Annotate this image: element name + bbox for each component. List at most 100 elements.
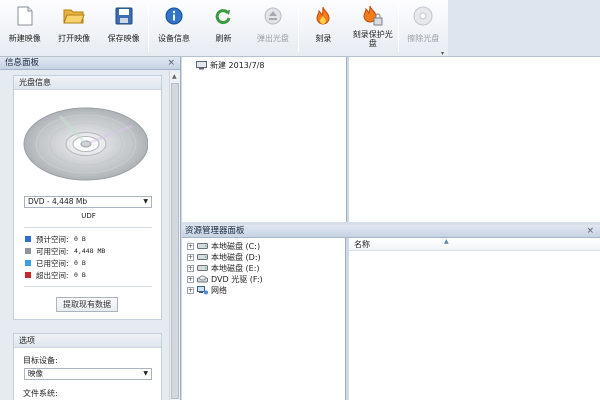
column-header-name[interactable]: 名称 ▲ (349, 238, 600, 251)
filesystem-value: UDF (81, 212, 96, 220)
info-panel-title: 信息面板 (5, 58, 40, 68)
target-device-label: 目标设备: (23, 356, 58, 365)
divider (24, 286, 152, 287)
device-info-button[interactable]: 设备信息 (149, 0, 198, 57)
resource-panel-title: 资源管理器面板 (185, 226, 245, 236)
close-icon[interactable]: × (586, 225, 594, 238)
disc-type-select[interactable]: DVD - 4,448 Mb ▼ (24, 196, 152, 208)
erase-disc-button[interactable]: 擦除光盘 (399, 0, 448, 57)
legend-label: 可用空间: (36, 246, 69, 256)
new-image-label: 新建映像 (8, 34, 41, 43)
project-tree-pane: 新建 2013/7/8 (182, 57, 347, 222)
resource-file-list: 名称 ▲ (349, 238, 600, 400)
tree-item-label: 本地磁盘 (D:) (211, 253, 261, 262)
erase-disc-icon (412, 5, 434, 27)
hard-drive-icon (197, 242, 208, 251)
open-image-button[interactable]: 打开映像 (49, 0, 98, 57)
options-group: 选项 目标设备: 映像 ▼ 文件系统: (13, 333, 162, 400)
expand-icon[interactable]: + (187, 276, 194, 283)
filesystem-label: 文件系统: (23, 389, 58, 398)
close-icon[interactable]: × (167, 57, 175, 70)
legend-available: 可用空间: 4,448 MB (25, 246, 105, 256)
resource-tree: + 本地磁盘 (C:) + 本地磁盘 (D:) + 本地磁盘 (E:) + DV… (182, 238, 346, 400)
disc-info-group: 光盘信息 DVD - 4,448 Mb ▼ UDF 预计空间: 0 B 可用空间… (13, 75, 162, 320)
network-icon (197, 286, 208, 295)
legend-value: 0 B (74, 271, 86, 279)
target-device-select[interactable]: 映像 ▼ (24, 368, 152, 380)
open-image-label: 打开映像 (58, 34, 91, 43)
new-file-icon (14, 5, 36, 27)
exceeded-swatch (25, 272, 31, 278)
legend-value: 0 B (74, 259, 86, 267)
erase-disc-label: 擦除光盘 (407, 34, 440, 43)
options-group-title: 选项 (14, 334, 161, 348)
burn-flame-icon (312, 5, 334, 27)
info-panel: 信息面板 × 光盘信息 DVD - 4,448 Mb ▼ UDF 预计空间: 0… (0, 57, 181, 400)
disc-type-value: DVD - 4,448 Mb (28, 197, 88, 206)
tree-item-label: 网络 (211, 286, 227, 295)
divider (24, 227, 152, 228)
estimated-swatch (25, 236, 31, 242)
available-swatch (25, 248, 31, 254)
refresh-icon (212, 5, 234, 27)
info-panel-scrollbar[interactable]: ▲ (169, 71, 180, 400)
disc-graphic (20, 96, 149, 192)
save-image-label: 保存映像 (107, 34, 140, 43)
hard-drive-icon (197, 253, 208, 262)
extract-data-button[interactable]: 提取现有数据 (56, 297, 118, 312)
sort-ascending-icon: ▲ (444, 238, 449, 245)
info-icon (163, 5, 185, 27)
scrollbar-thumb[interactable] (171, 83, 179, 399)
project-content-pane (349, 57, 600, 222)
scroll-up-icon[interactable]: ▲ (172, 73, 177, 80)
refresh-label: 刷新 (215, 34, 232, 43)
burn-protected-disc-label-line1: 刻录保护光 (352, 30, 393, 39)
column-header-name-label: 名称 (354, 240, 370, 249)
device-info-label: 设备信息 (158, 34, 191, 43)
expand-icon[interactable]: + (187, 287, 194, 294)
expand-icon[interactable]: + (187, 265, 194, 272)
expand-icon[interactable]: + (187, 254, 194, 261)
save-image-button[interactable]: 保存映像 (99, 0, 148, 57)
legend-value: 4,448 MB (74, 247, 106, 255)
tree-item-label: DVD 光驱 (F:) (211, 275, 263, 284)
computer-icon (196, 61, 207, 70)
new-image-button[interactable]: 新建映像 (0, 0, 49, 57)
eject-disc-label: 弹出光盘 (256, 34, 289, 43)
main-toolbar: 新建映像 打开映像 保存映像 设备信息 刷新 弹出光盘 刻录 刻录保护光 盘 擦… (0, 0, 448, 57)
burn-protected-disc-button[interactable]: 刻录保护光 盘 (348, 0, 397, 57)
eject-icon (262, 5, 284, 27)
tree-item-label: 本地磁盘 (C:) (211, 242, 261, 251)
legend-value: 0 B (74, 235, 86, 243)
legend-label: 已用空间: (36, 258, 69, 268)
refresh-button[interactable]: 刷新 (199, 0, 248, 57)
legend-exceeded: 超出空间: 0 B (25, 270, 86, 280)
eject-disc-button[interactable]: 弹出光盘 (248, 0, 297, 57)
dvd-drive-icon (197, 275, 208, 284)
resource-panel-header: 资源管理器面板 × (182, 225, 600, 238)
burn-label: 刻录 (315, 34, 332, 43)
legend-label: 超出空间: (36, 270, 69, 280)
burn-button[interactable]: 刻录 (299, 0, 348, 57)
target-device-value: 映像 (28, 369, 43, 378)
tree-item-drive-d[interactable]: + 本地磁盘 (D:) (187, 252, 261, 263)
toolbar-background (448, 0, 600, 57)
tree-item-drive-c[interactable]: + 本地磁盘 (C:) (187, 241, 260, 252)
legend-label: 预计空间: (36, 234, 69, 244)
used-swatch (25, 260, 31, 266)
chevron-down-icon: ▼ (143, 198, 148, 205)
burn-protect-icon (362, 5, 384, 27)
project-root-item[interactable]: 新建 2013/7/8 (196, 60, 264, 71)
open-folder-icon (63, 5, 85, 27)
tree-item-label: 本地磁盘 (E:) (211, 264, 260, 273)
legend-used: 已用空间: 0 B (25, 258, 86, 268)
chevron-down-icon: ▼ (143, 370, 148, 377)
burn-protected-disc-label-line2: 盘 (368, 39, 377, 48)
toolbar-overflow-icon[interactable]: ▾ (441, 50, 448, 57)
expand-icon[interactable]: + (187, 243, 194, 250)
save-disk-icon (113, 5, 135, 27)
burn-protected-disc-label: 刻录保护光 盘 (353, 30, 393, 48)
tree-item-dvd-f[interactable]: + DVD 光驱 (F:) (187, 274, 263, 285)
tree-item-network[interactable]: + 网络 (187, 285, 227, 296)
tree-item-drive-e[interactable]: + 本地磁盘 (E:) (187, 263, 260, 274)
